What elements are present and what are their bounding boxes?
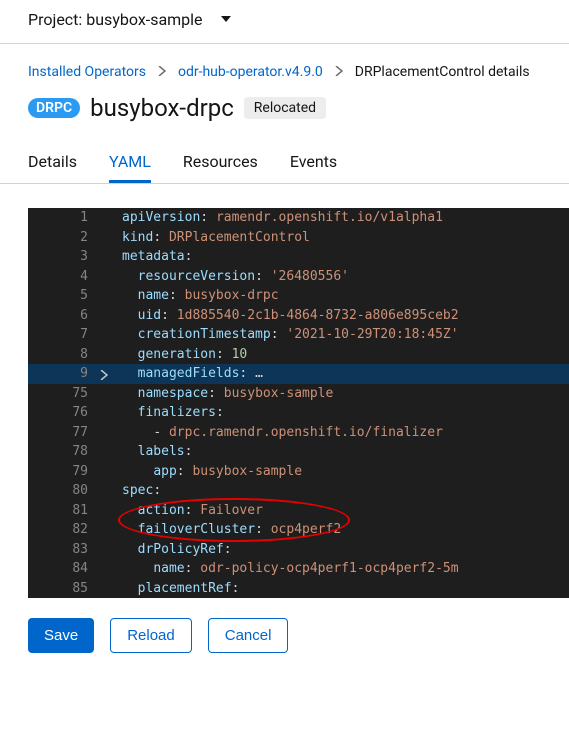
project-selector[interactable]: Project: busybox-sample (0, 0, 569, 44)
tab-events[interactable]: Events (290, 142, 337, 183)
code-content: - drpc.ramendr.openshift.io/finalizer (98, 423, 569, 443)
line-number: 9 (28, 364, 98, 384)
yaml-editor[interactable]: 1apiVersion: ramendr.openshift.io/v1alph… (28, 208, 569, 598)
code-content: action: Failover (98, 501, 569, 521)
tab-bar: Details YAML Resources Events (0, 142, 569, 184)
chevron-right-icon (158, 64, 166, 80)
code-content: failoverCluster: ocp4perf2 (98, 520, 569, 540)
action-bar: Save Reload Cancel (0, 598, 569, 673)
code-content: generation: 10 (98, 345, 569, 365)
editor-line[interactable]: 6 uid: 1d885540-2c1b-4864-8732-a806e895c… (28, 306, 569, 326)
editor-line[interactable]: 77 - drpc.ramendr.openshift.io/finalizer (28, 423, 569, 443)
code-content: managedFields: … (98, 364, 569, 384)
tab-details[interactable]: Details (28, 142, 77, 183)
code-content: name: busybox-drpc (98, 286, 569, 306)
line-number: 80 (28, 481, 98, 501)
editor-line[interactable]: 8 generation: 10 (28, 345, 569, 365)
line-number: 76 (28, 403, 98, 423)
chevron-right-icon[interactable] (100, 367, 108, 387)
line-number: 83 (28, 540, 98, 560)
editor-line[interactable]: 76 finalizers: (28, 403, 569, 423)
resource-header: DRPC busybox-drpc Relocated (0, 92, 569, 142)
editor-line[interactable]: 85 placementRef: (28, 579, 569, 599)
line-number: 2 (28, 228, 98, 248)
breadcrumb: Installed Operators odr-hub-operator.v4.… (0, 44, 569, 92)
code-content: namespace: busybox-sample (98, 384, 569, 404)
project-label: Project: busybox-sample (28, 10, 203, 29)
editor-line[interactable]: 3metadata: (28, 247, 569, 267)
code-content: spec: (98, 481, 569, 501)
chevron-right-icon (335, 64, 343, 80)
editor-line[interactable]: 82 failoverCluster: ocp4perf2 (28, 520, 569, 540)
code-content: placementRef: (98, 579, 569, 599)
line-number: 85 (28, 579, 98, 599)
line-number: 78 (28, 442, 98, 462)
line-number: 82 (28, 520, 98, 540)
editor-line[interactable]: 1apiVersion: ramendr.openshift.io/v1alph… (28, 208, 569, 228)
line-number: 81 (28, 501, 98, 521)
code-content: resourceVersion: '26480556' (98, 267, 569, 287)
code-content: drPolicyRef: (98, 540, 569, 560)
line-number: 4 (28, 267, 98, 287)
caret-down-icon (221, 12, 231, 28)
page-title: busybox-drpc (90, 94, 234, 122)
breadcrumb-link-installed-operators[interactable]: Installed Operators (28, 64, 146, 80)
editor-line[interactable]: 9 managedFields: … (28, 364, 569, 384)
editor-line[interactable]: 79 app: busybox-sample (28, 462, 569, 482)
code-content: apiVersion: ramendr.openshift.io/v1alpha… (98, 208, 569, 228)
line-number: 84 (28, 559, 98, 579)
editor-line[interactable]: 75 namespace: busybox-sample (28, 384, 569, 404)
editor-line[interactable]: 78 labels: (28, 442, 569, 462)
breadcrumb-current: DRPlacementControl details (355, 64, 530, 80)
line-number: 5 (28, 286, 98, 306)
code-content: finalizers: (98, 403, 569, 423)
editor-line[interactable]: 2kind: DRPlacementControl (28, 228, 569, 248)
line-number: 8 (28, 345, 98, 365)
code-content: metadata: (98, 247, 569, 267)
code-content: name: odr-policy-ocp4perf1-ocp4perf2-5m (98, 559, 569, 579)
editor-line[interactable]: 83 drPolicyRef: (28, 540, 569, 560)
editor-line[interactable]: 80spec: (28, 481, 569, 501)
line-number: 75 (28, 384, 98, 404)
line-number: 7 (28, 325, 98, 345)
line-number: 3 (28, 247, 98, 267)
breadcrumb-link-operator-version[interactable]: odr-hub-operator.v4.9.0 (178, 64, 323, 80)
code-content: creationTimestamp: '2021-10-29T20:18:45Z… (98, 325, 569, 345)
kind-badge: DRPC (28, 98, 80, 118)
code-content: uid: 1d885540-2c1b-4864-8732-a806e895ceb… (98, 306, 569, 326)
tab-resources[interactable]: Resources (183, 142, 258, 183)
editor-line[interactable]: 81 action: Failover (28, 501, 569, 521)
code-content: kind: DRPlacementControl (98, 228, 569, 248)
status-badge: Relocated (244, 97, 326, 119)
code-content: labels: (98, 442, 569, 462)
editor-line[interactable]: 84 name: odr-policy-ocp4perf1-ocp4perf2-… (28, 559, 569, 579)
editor-line[interactable]: 4 resourceVersion: '26480556' (28, 267, 569, 287)
line-number: 77 (28, 423, 98, 443)
editor-line[interactable]: 5 name: busybox-drpc (28, 286, 569, 306)
reload-button[interactable]: Reload (110, 618, 192, 653)
tab-yaml[interactable]: YAML (109, 142, 151, 183)
code-content: app: busybox-sample (98, 462, 569, 482)
save-button[interactable]: Save (28, 618, 94, 653)
line-number: 6 (28, 306, 98, 326)
cancel-button[interactable]: Cancel (208, 618, 289, 653)
editor-line[interactable]: 7 creationTimestamp: '2021-10-29T20:18:4… (28, 325, 569, 345)
line-number: 79 (28, 462, 98, 482)
line-number: 1 (28, 208, 98, 228)
